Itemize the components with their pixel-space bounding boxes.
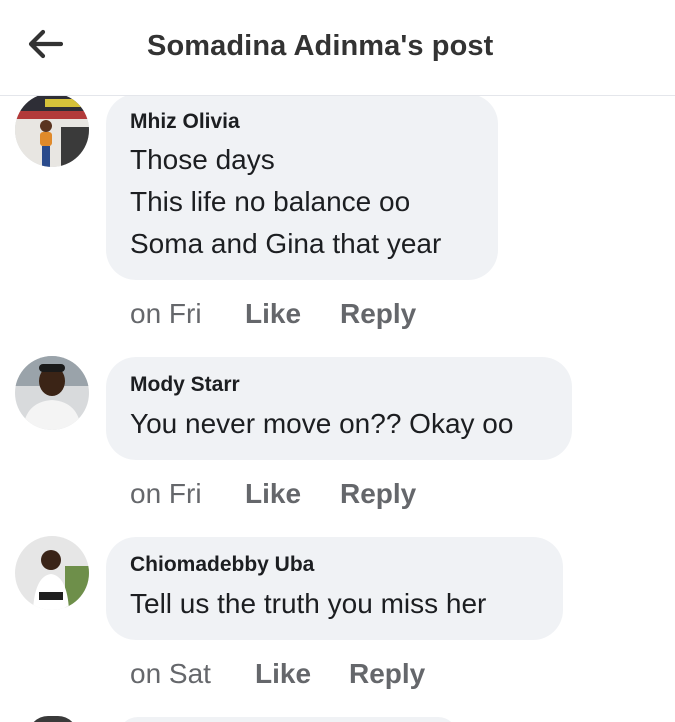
- post-comments-screen: Somadina Adinma's post Mhiz Olivia Those…: [0, 0, 675, 722]
- like-button[interactable]: Like: [245, 298, 301, 330]
- avatar-photo-mody-starr: [15, 356, 89, 430]
- avatar[interactable]: [15, 356, 89, 430]
- comment-author[interactable]: Mody Starr: [130, 373, 240, 397]
- arrow-left-icon: [28, 29, 63, 59]
- next-comment-bubble-partial: [118, 717, 458, 722]
- comment-timestamp: on Sat: [130, 658, 211, 689]
- comment-text-line: Soma and Gina that year: [130, 228, 442, 259]
- reply-button[interactable]: Reply: [340, 478, 416, 510]
- like-button[interactable]: Like: [255, 658, 311, 690]
- comment-timestamp: on Fri: [130, 478, 202, 509]
- back-button[interactable]: [22, 24, 68, 64]
- avatar-photo-chiomadebby-uba: [15, 536, 89, 610]
- comment-text-line: You never move on?? Okay oo: [130, 408, 514, 439]
- reply-button[interactable]: Reply: [349, 658, 425, 690]
- avatar-photo-mhiz-olivia: [15, 93, 89, 167]
- avatar[interactable]: [15, 536, 89, 610]
- reply-button[interactable]: Reply: [340, 298, 416, 330]
- comment-author[interactable]: Mhiz Olivia: [130, 110, 240, 134]
- comment-bubble: Chiomadebby Uba Tell us the truth you mi…: [106, 537, 563, 640]
- comment-author[interactable]: Chiomadebby Uba: [130, 553, 314, 577]
- next-comment-avatar-partial: [28, 716, 78, 722]
- like-button[interactable]: Like: [245, 478, 301, 510]
- page-title: Somadina Adinma's post: [147, 30, 494, 62]
- comment-timestamp: on Fri: [130, 298, 202, 329]
- comment-bubble: Mhiz Olivia Those days This life no bala…: [106, 94, 498, 280]
- top-bar: Somadina Adinma's post: [0, 0, 675, 96]
- avatar[interactable]: [15, 93, 89, 167]
- comment-bubble: Mody Starr You never move on?? Okay oo: [106, 357, 572, 460]
- comment-text-line: This life no balance oo: [130, 186, 411, 217]
- comment-text-line: Those days: [130, 144, 275, 175]
- comment-text-line: Tell us the truth you miss her: [130, 588, 487, 619]
